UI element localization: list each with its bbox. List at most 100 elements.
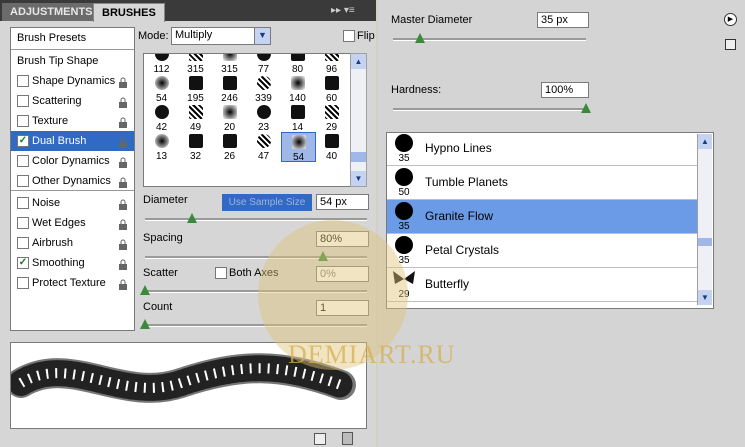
brush-tip-cell[interactable]: 29 (315, 103, 348, 133)
both-axes-checkbox[interactable] (215, 267, 227, 279)
sidebar-item-other-dynamics[interactable]: Other Dynamics (11, 171, 134, 191)
brush-tip-cell[interactable]: 195 (179, 74, 212, 104)
brush-tip-cell[interactable]: 140 (281, 74, 314, 104)
scroll-up-icon[interactable]: ▲ (351, 54, 366, 69)
brush-tip-size: 54 (292, 152, 305, 163)
use-sample-size-button[interactable]: Use Sample Size (222, 194, 312, 211)
brush-tip-cell[interactable]: 54 (145, 74, 178, 104)
brush-tip-cell[interactable]: 77 (247, 54, 280, 75)
lock-icon[interactable] (118, 115, 128, 128)
sidebar-checkbox[interactable] (17, 277, 29, 289)
brush-tip-swatch (291, 135, 306, 149)
brush-tip-shape-item[interactable]: Brush Tip Shape (11, 51, 134, 71)
brush-tip-cell[interactable]: 49 (179, 103, 212, 133)
brush-presets-item[interactable]: Brush Presets (11, 28, 134, 48)
sidebar-checkbox[interactable]: ✓ (17, 135, 29, 147)
lock-icon[interactable] (118, 95, 128, 108)
trash-icon[interactable] (342, 432, 353, 445)
sidebar-checkbox[interactable] (17, 175, 29, 187)
sidebar-checkbox[interactable]: ✓ (17, 257, 29, 269)
brush-tip-cell[interactable]: 96 (315, 54, 348, 75)
brush-tip-cell[interactable]: 315 (179, 54, 212, 75)
sidebar-item-dual-brush[interactable]: ✓ Dual Brush (11, 131, 134, 151)
sidebar-item-scattering[interactable]: Scattering (11, 91, 134, 111)
preset-row[interactable]: 35 Petal Crystals (387, 234, 697, 268)
sidebar-checkbox[interactable] (17, 237, 29, 249)
brush-tip-cell[interactable]: 47 (247, 132, 280, 162)
tab-adjustments[interactable]: ADJUSTMENTS (2, 3, 93, 21)
sidebar-checkbox[interactable] (17, 197, 29, 209)
sidebar-item-noise[interactable]: Noise (11, 193, 134, 213)
lock-icon[interactable] (118, 135, 128, 148)
preset-row[interactable]: 50 Tumble Planets (387, 166, 697, 200)
brush-settings-list: Brush Presets Brush Tip Shape Shape Dyna… (10, 27, 135, 331)
brush-tip-cell[interactable]: 40 (315, 132, 348, 162)
menu-arrow-icon[interactable]: ▶ (724, 13, 737, 26)
flip-checkbox[interactable] (343, 30, 355, 42)
brush-grid-scrollbar[interactable]: ▲ ▼ (350, 53, 367, 187)
lock-icon[interactable] (118, 175, 128, 188)
scatter-label: Scatter (143, 267, 178, 279)
master-diameter-thumb[interactable] (415, 33, 426, 43)
lock-icon[interactable] (118, 237, 128, 250)
lock-icon[interactable] (118, 277, 128, 290)
lock-icon[interactable] (118, 217, 128, 230)
brush-tip-swatch (256, 54, 271, 61)
brush-tip-cell[interactable]: 339 (247, 74, 280, 104)
brush-tip-cell[interactable]: 246 (213, 74, 246, 104)
sidebar-checkbox[interactable] (17, 155, 29, 167)
lock-icon[interactable] (118, 197, 128, 210)
panel-menu-icon[interactable]: ▸▸ ▾≡ (331, 5, 371, 16)
scroll-down-icon[interactable]: ▼ (351, 171, 366, 186)
new-brush-icon[interactable] (314, 433, 326, 445)
lock-icon[interactable] (118, 257, 128, 270)
brush-tip-cell[interactable]: 54 (281, 132, 316, 163)
preset-row[interactable]: 35 Hypno Lines (387, 133, 697, 166)
sidebar-item-protect-texture[interactable]: Protect Texture (11, 273, 134, 293)
count-slider-thumb[interactable] (140, 319, 150, 329)
lock-icon[interactable] (118, 75, 128, 88)
scroll-down-icon[interactable]: ▼ (698, 290, 712, 305)
hardness-slider[interactable] (393, 108, 586, 111)
brush-tip-cell[interactable]: 112 (145, 54, 178, 75)
scatter-slider-thumb[interactable] (140, 285, 150, 295)
brush-tip-size: 47 (257, 151, 270, 162)
brush-tip-cell[interactable]: 32 (179, 132, 212, 162)
sidebar-item-color-dynamics[interactable]: Color Dynamics (11, 151, 134, 171)
brush-tip-cell[interactable]: 26 (213, 132, 246, 162)
sidebar-item-texture[interactable]: Texture (11, 111, 134, 131)
brush-tip-swatch (256, 105, 271, 119)
preset-row[interactable]: 29 Butterfly (387, 268, 697, 302)
sidebar-checkbox[interactable] (17, 75, 29, 87)
brush-tip-cell[interactable]: 315 (213, 54, 246, 75)
new-preset-icon[interactable] (725, 39, 736, 50)
hardness-input[interactable]: 100% (541, 82, 589, 98)
diameter-slider-thumb[interactable] (186, 213, 197, 223)
preset-row[interactable]: 35 Granite Flow (387, 200, 697, 234)
mode-select[interactable]: Multiply ▼ (171, 27, 271, 45)
brush-tip-cell[interactable]: 13 (145, 132, 178, 162)
master-diameter-input[interactable]: 35 px (537, 12, 589, 28)
brush-tip-cell[interactable]: 14 (281, 103, 314, 133)
brush-tip-cell[interactable]: 60 (315, 74, 348, 104)
sidebar-item-wet-edges[interactable]: Wet Edges (11, 213, 134, 233)
sidebar-checkbox[interactable] (17, 95, 29, 107)
sidebar-item-smoothing[interactable]: ✓ Smoothing (11, 253, 134, 273)
sidebar-checkbox[interactable] (17, 115, 29, 127)
preset-list-scrollbar[interactable]: ▲ ▼ (697, 134, 712, 305)
brush-tip-cell[interactable]: 42 (145, 103, 178, 133)
hardness-thumb[interactable] (581, 103, 591, 113)
sidebar-item-airbrush[interactable]: Airbrush (11, 233, 134, 253)
lock-icon[interactable] (118, 155, 128, 168)
tab-brushes[interactable]: BRUSHES (93, 3, 165, 22)
scroll-thumb[interactable] (351, 152, 366, 162)
scroll-thumb[interactable] (698, 238, 712, 246)
brush-tip-cell[interactable]: 20 (213, 103, 246, 133)
sidebar-item-shape-dynamics[interactable]: Shape Dynamics (11, 71, 134, 91)
scroll-up-icon[interactable]: ▲ (698, 134, 712, 149)
brush-tip-cell[interactable]: 80 (281, 54, 314, 75)
diameter-input[interactable]: 54 px (316, 194, 369, 210)
brush-tip-swatch (154, 76, 169, 90)
brush-tip-cell[interactable]: 23 (247, 103, 280, 133)
sidebar-checkbox[interactable] (17, 217, 29, 229)
